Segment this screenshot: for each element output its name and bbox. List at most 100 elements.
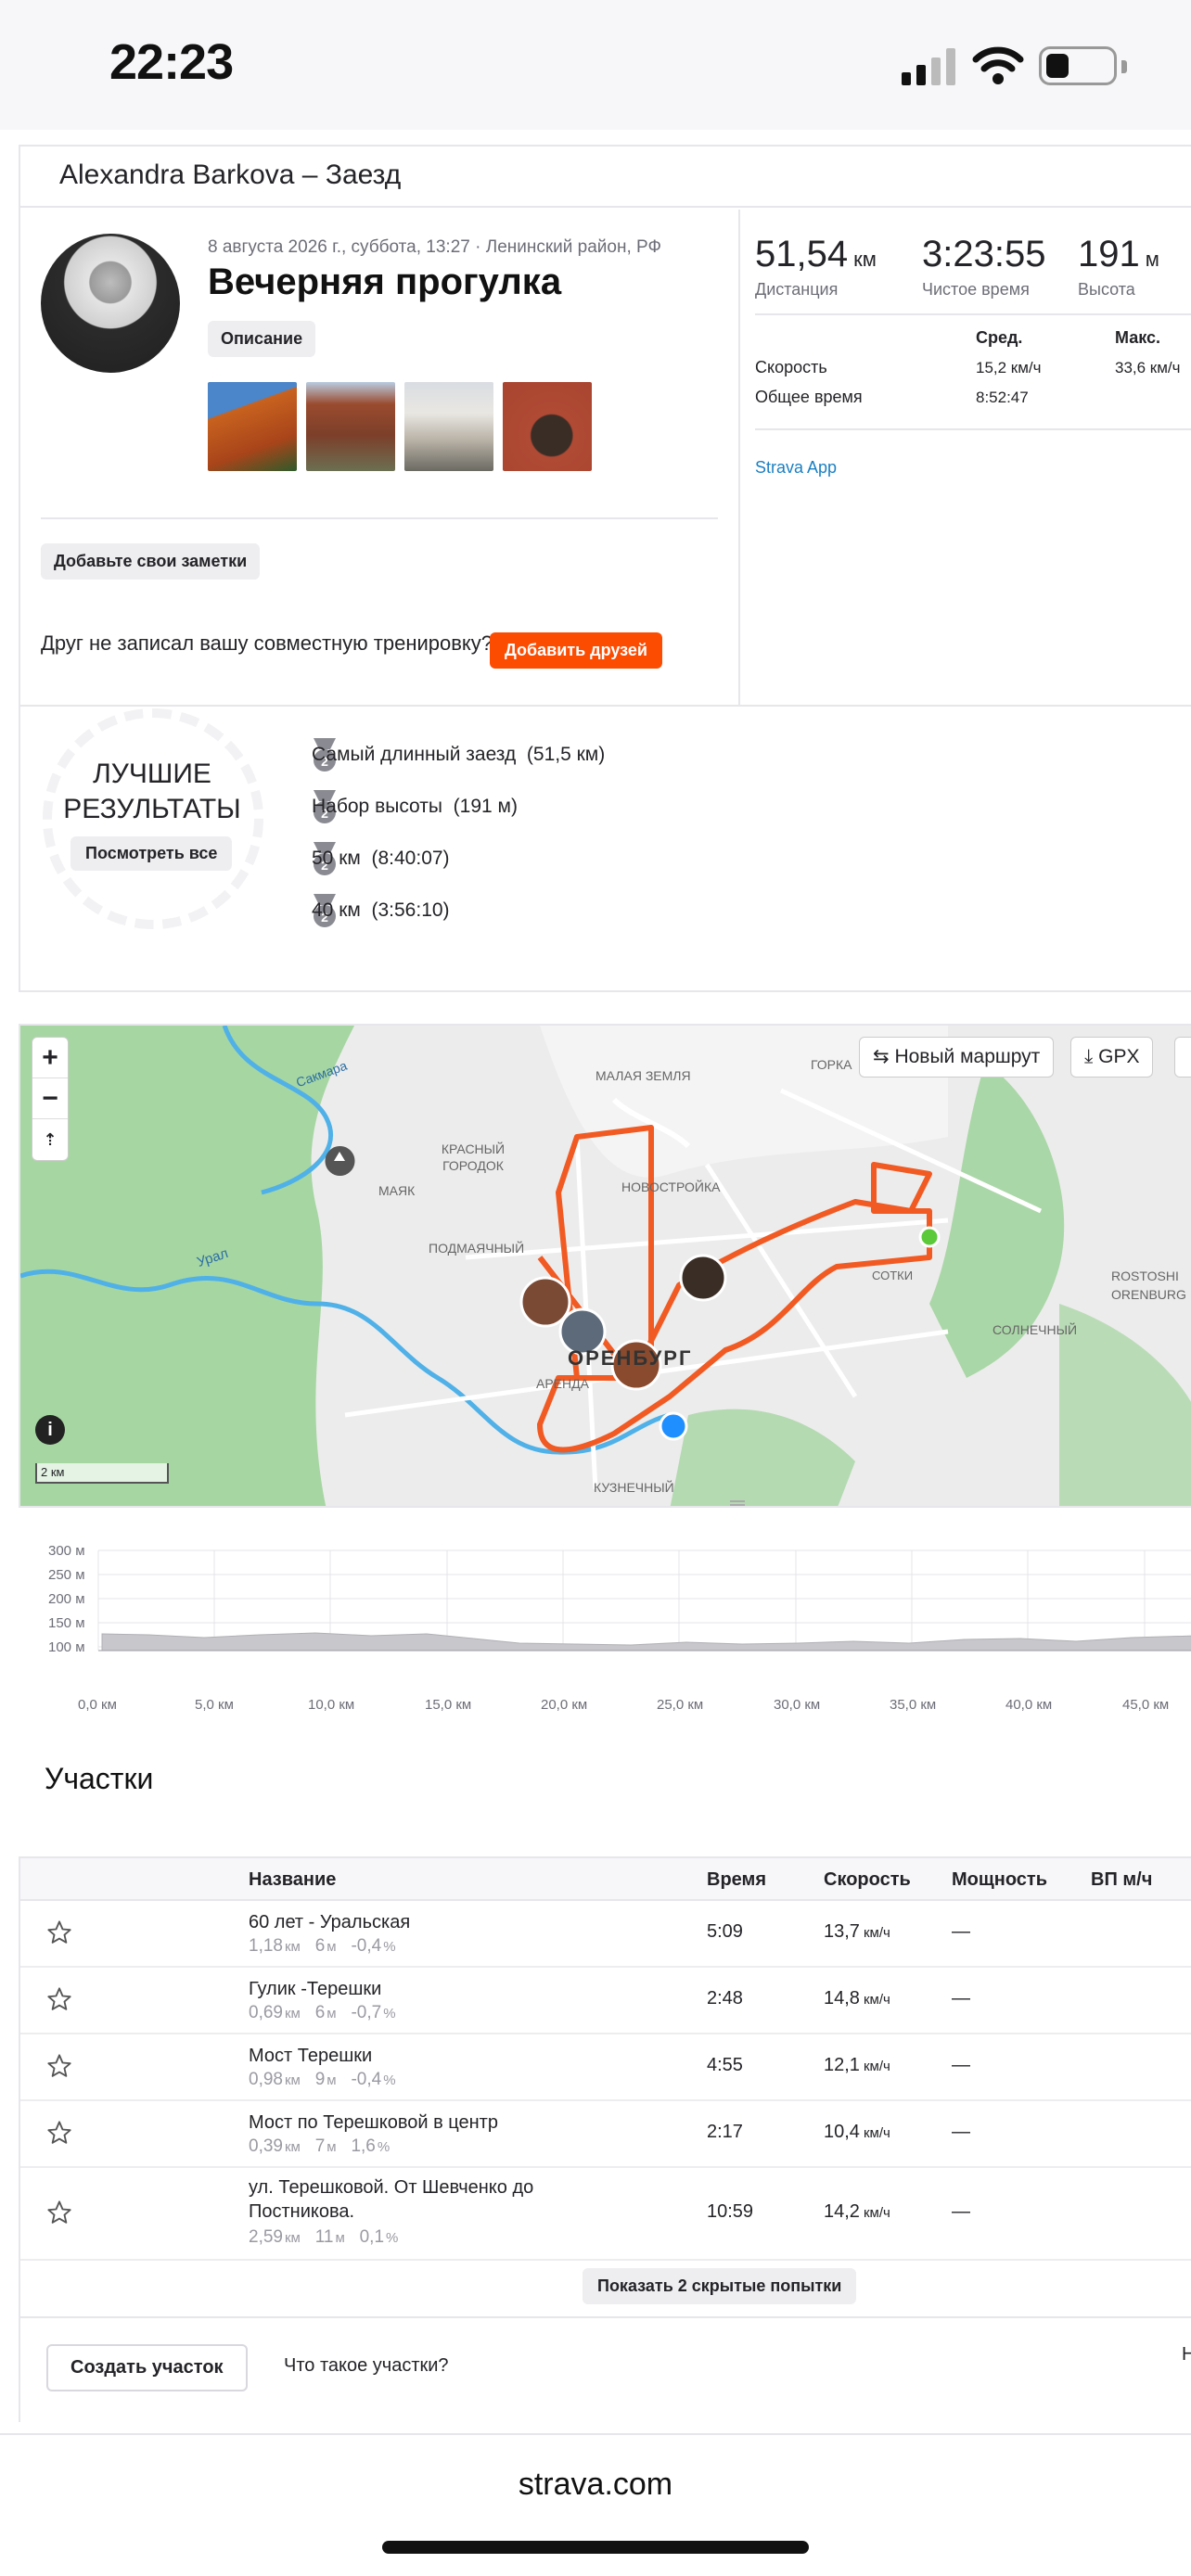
what-are-segments-link[interactable]: Что такое участки? [284,2355,449,2377]
segments-title: Участки [45,1762,154,1795]
table-row[interactable]: ул. Терешковой. От Шевченко до Постникова… [20,2168,1191,2261]
friend-prompt: Друг не записал вашу совместную трениров… [41,631,493,655]
x-tick: 15,0 км [425,1697,472,1713]
resize-handle[interactable] [730,1500,745,1506]
add-friends-button[interactable]: Добавить друзей [490,632,662,669]
col-name[interactable]: Название [249,1869,336,1891]
download-icon: ⤓ [1084,1046,1099,1067]
achievement-item: 40 км (3:56:10) [312,899,450,922]
segment-name-line1: ул. Терешковой. От Шевченко до [249,2177,534,2198]
segment-name[interactable]: Гулик -Терешки [249,1977,381,2001]
map-label: МАЯК [378,1183,416,1198]
cellular-signal-icon [902,48,955,85]
table-row[interactable]: 60 лет - Уральская 1,18 км 6м -0,4% 5:09 … [20,1901,1191,1968]
battery-icon [1039,46,1127,85]
device-link[interactable]: Strava App [755,458,837,478]
compass-button[interactable]: ⇡ [32,1119,68,1160]
activity-photo[interactable] [404,382,493,471]
route-icon: ⇆ [873,1046,895,1067]
segment-time: 2:48 [707,1988,743,2009]
segment-distance: 0,69 [249,2003,283,2022]
map-label: ПОДМАЯЧНЫЙ [429,1241,525,1256]
col-vam[interactable]: ВП м/ч [1091,1869,1152,1891]
segment-speed-unit: км/ч [863,2205,890,2221]
x-tick: 40,0 км [1005,1697,1053,1713]
segment-speed-value: 14,8 [824,1988,860,2009]
activity-meta: 8 августа 2026 г., суббота, 13:27 · Лени… [208,237,661,257]
activity-photo[interactable] [306,382,395,471]
create-segment-button[interactable]: Создать участок [46,2344,248,2391]
table-row[interactable]: Мост Терешки 0,98 км 9м -0,4% 4:55 12,1 км… [20,2034,1191,2101]
show-hidden-efforts-button[interactable]: Показать 2 скрытые попытки [583,2268,857,2304]
segment-time: 5:09 [707,1921,743,1942]
map-label: МАЛАЯ ЗЕМЛЯ [596,1068,691,1083]
y-tick: 300 м [48,1543,85,1559]
gpx-label: GPX [1098,1046,1140,1067]
new-route-label: Новый маршрут [894,1046,1041,1067]
segment-speed: 13,7 км/ч [824,1921,890,1943]
star-icon[interactable] [46,1986,72,2012]
star-icon[interactable] [46,2053,72,2079]
achievement-value: (8:40:07) [371,848,450,869]
segment-speed: 14,2 км/ч [824,2201,890,2223]
table-row[interactable]: Мост по Терешковой в центр 0,39 км 7м 1,6… [20,2101,1191,2168]
star-icon[interactable] [46,2120,72,2146]
segment-details: 1,18 км 6м -0,4% [249,1936,396,1957]
col-power[interactable]: Мощность [952,1869,1047,1891]
segment-name[interactable]: ул. Терешковой. От Шевченко до Постникова… [249,2175,533,2224]
best-results-title: ЛУЧШИЕ РЕЗУЛЬТАТЫ [41,757,263,827]
segment-speed: 12,1 км/ч [824,2055,890,2076]
segment-speed-unit: км/ч [863,2059,890,2074]
segment-name[interactable]: Мост по Терешковой в центр [249,2111,498,2135]
route-map[interactable]: Сакмара МАЛАЯ ЗЕМЛЯ ГОРКА КРАСНЫЙ ГОРОДО… [19,1024,1191,1508]
x-tick: 0,0 км [78,1697,117,1713]
map-more-button[interactable] [1174,1037,1191,1078]
avatar[interactable] [41,234,180,373]
compass-icon: ⇡ [43,1130,58,1149]
table-row[interactable]: Гулик -Терешки 0,69 км 6м -0,7% 2:48 14,8… [20,1968,1191,2034]
segment-time: 2:17 [707,2122,743,2142]
description-chip[interactable]: Описание [208,321,316,357]
segment-power: — [952,1921,970,1942]
activity-photo[interactable] [503,382,592,471]
segment-distance: 0,39 [249,2136,283,2156]
star-icon[interactable] [46,1919,72,1945]
new-route-button[interactable]: ⇆ Новый маршрут [859,1037,1055,1078]
segments-table: Название Время Скорость Мощность ВП м/ч … [19,1856,1191,2422]
map-label: ГОРКА [811,1057,852,1072]
y-tick: 100 м [48,1639,85,1655]
elapsed-value: 8:52:47 [976,389,1029,406]
segment-details: 0,39 км 7м 1,6% [249,2136,390,2157]
achievement-value: (3:56:10) [371,899,450,921]
star-icon[interactable] [46,2200,72,2225]
col-speed[interactable]: Скорость [824,1869,911,1891]
info-icon[interactable]: i [35,1415,65,1445]
activity-photo[interactable] [208,382,297,471]
zoom-in-button[interactable]: + [32,1038,68,1078]
segment-grade-unit: % [377,2139,391,2155]
zoom-out-button[interactable]: − [32,1078,68,1119]
gpx-button[interactable]: ⤓ GPX [1070,1037,1154,1078]
achievement-item: Самый длинный заезд (51,5 км) [312,744,605,766]
divider [41,517,718,519]
col-time[interactable]: Время [707,1869,766,1891]
divider [755,313,1191,315]
segment-power: — [952,2055,970,2075]
map-label: ROSTOSHI [1111,1269,1179,1283]
map-canvas[interactable] [20,1026,1191,1508]
y-tick: 250 м [48,1567,85,1583]
clipped-text: Н [1182,2344,1191,2365]
stat-distance-value: 51,54 [755,234,849,274]
page-title: Alexandra Barkova – Заезд [20,147,1191,208]
home-indicator[interactable] [382,2541,809,2554]
segment-name[interactable]: Мост Терешки [249,2044,372,2068]
see-all-button[interactable]: Посмотреть все [70,836,233,871]
segment-name[interactable]: 60 лет - Уральская [249,1910,410,1934]
segment-grade: 0,1 [359,2227,385,2247]
url-bar[interactable]: strava.com [0,2467,1191,2503]
elevation-plot [97,1549,1191,1651]
segment-distance: 1,18 [249,1936,283,1956]
col-avg-header: Сред. [976,328,1023,347]
status-bar: 22:23 [0,0,1191,130]
add-notes-button[interactable]: Добавьте свои заметки [41,543,261,580]
